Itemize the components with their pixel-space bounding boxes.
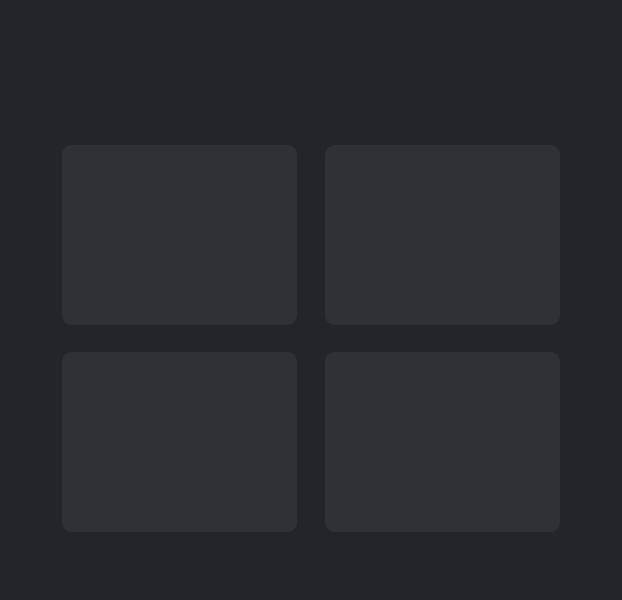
tile-bottom-right[interactable] <box>325 352 560 532</box>
tile-top-right[interactable] <box>325 145 560 325</box>
tile-bottom-left[interactable] <box>62 352 297 532</box>
page <box>0 0 622 600</box>
tile-top-left[interactable] <box>62 145 297 325</box>
tile-grid <box>62 145 560 532</box>
